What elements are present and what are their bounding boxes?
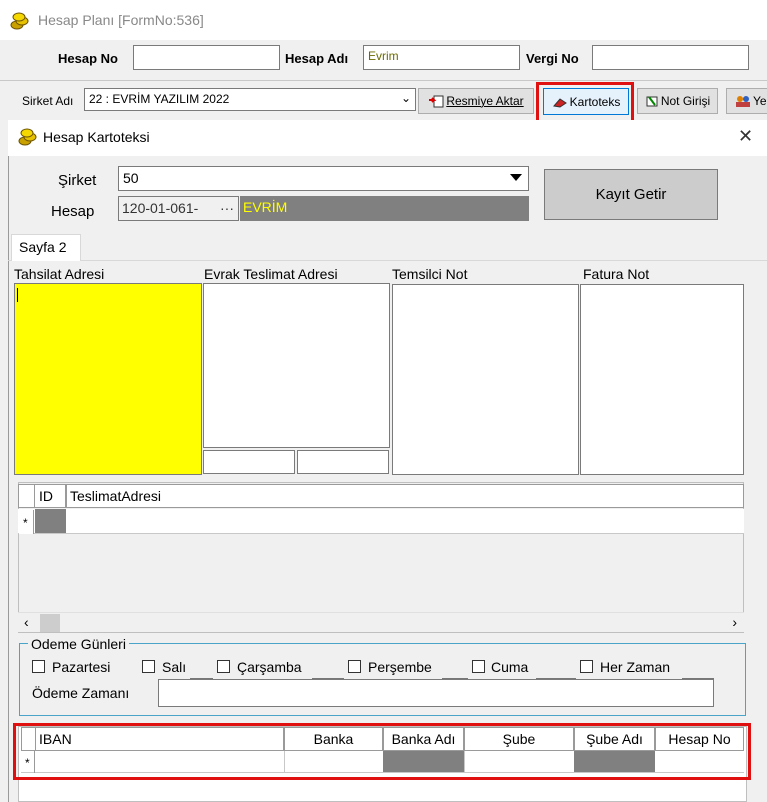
- yeni-label: Ye: [753, 94, 767, 108]
- vergi-no-label: Vergi No: [526, 51, 579, 66]
- checkbox-sali[interactable]: [142, 660, 155, 673]
- temsilci-label: Temsilci Not: [392, 266, 468, 282]
- odeme-zamani-label: Ödeme Zamanı: [32, 685, 130, 701]
- scroll-thumb[interactable]: [40, 614, 60, 632]
- evrak-textarea[interactable]: [203, 283, 390, 448]
- evrak-field-1[interactable]: [203, 450, 295, 474]
- checkbox-carsamba[interactable]: [217, 660, 230, 673]
- new-row-marker: *: [19, 510, 34, 534]
- hesap-adi-input[interactable]: Evrim: [363, 45, 520, 70]
- hesap-label: Hesap: [51, 203, 95, 220]
- chevron-down-icon: ⌄: [400, 91, 411, 105]
- window-title: Hesap Planı [FormNo:536]: [38, 12, 204, 28]
- fatura-label: Fatura Not: [583, 266, 650, 282]
- checkbox-pazartesi[interactable]: [32, 660, 45, 673]
- checkbox-persembe[interactable]: [348, 660, 361, 673]
- coins-icon: [18, 128, 37, 146]
- not-girisi-button[interactable]: Not Girişi: [637, 88, 718, 114]
- iban-grid-highlight: [13, 723, 751, 780]
- row-header-corner: [18, 484, 34, 508]
- kartoteks-label: Kartoteks: [569, 94, 621, 109]
- h-scrollbar[interactable]: ‹ ›: [18, 612, 744, 632]
- lookup-dots-icon[interactable]: ···: [220, 200, 234, 216]
- tab-border: [8, 260, 767, 261]
- label-her-zaman: Her Zaman: [600, 659, 671, 675]
- label-persembe: Perşembe: [368, 659, 432, 675]
- dialog-title: Hesap Kartoteksi: [43, 129, 150, 145]
- dropdown-arrow-icon: [510, 174, 522, 181]
- sirket-adi-label: Sirket Adı: [22, 94, 74, 108]
- hesap-code-field[interactable]: 120-01-061- ···: [118, 196, 239, 221]
- odeme-gunleri-legend: Odeme Günleri: [28, 636, 129, 652]
- tab-sayfa-2[interactable]: Sayfa 2: [11, 234, 81, 261]
- label-carsamba: Çarşamba: [237, 659, 302, 675]
- vergi-no-input[interactable]: [592, 45, 749, 70]
- col-teslimat-adresi[interactable]: TeslimatAdresi: [66, 484, 744, 508]
- hesap-name-field: EVRİM: [240, 196, 529, 221]
- hesap-no-input[interactable]: [133, 45, 280, 70]
- export-icon: [429, 95, 444, 108]
- sirket-combo-value: 50: [123, 170, 139, 186]
- sirket-select[interactable]: 22 : EVRİM YAZILIM 2022 ⌄: [84, 88, 416, 111]
- evrak-field-2[interactable]: [297, 450, 389, 474]
- table-row[interactable]: [18, 509, 744, 534]
- fatura-textarea[interactable]: [580, 284, 744, 475]
- divider: [0, 80, 767, 81]
- note-icon: [646, 96, 658, 107]
- yeni-button[interactable]: Ye: [726, 88, 767, 114]
- checkbox-cuma[interactable]: [472, 660, 485, 673]
- text-cursor: [17, 288, 18, 302]
- close-icon[interactable]: ✕: [738, 126, 753, 147]
- odeme-zamani-input[interactable]: [158, 679, 714, 707]
- hesap-adi-label: Hesap Adı: [285, 51, 349, 66]
- col-id[interactable]: ID: [34, 484, 66, 508]
- card-file-icon: [552, 97, 567, 108]
- sirket-label: Şirket: [58, 172, 97, 189]
- label-sali: Salı: [162, 659, 187, 675]
- resmiye-aktar-label: Resmiye Aktar: [446, 94, 524, 108]
- evrak-label: Evrak Teslimat Adresi: [204, 266, 338, 282]
- not-girisi-label: Not Girişi: [660, 94, 711, 108]
- hesap-no-label: Hesap No: [58, 51, 118, 66]
- kartoteks-button[interactable]: Kartoteks: [543, 88, 629, 115]
- temsilci-textarea[interactable]: [392, 284, 579, 475]
- scroll-right-icon[interactable]: ›: [732, 614, 737, 630]
- sirket-combo[interactable]: 50: [118, 166, 529, 191]
- kayit-getir-button[interactable]: Kayıt Getir: [544, 169, 718, 220]
- tahsilat-textarea[interactable]: [14, 283, 202, 475]
- label-cuma: Cuma: [491, 659, 529, 675]
- hesap-code-value: 120-01-061-: [122, 200, 199, 216]
- id-cell: [35, 509, 66, 533]
- checkbox-her-zaman[interactable]: [580, 660, 593, 673]
- coins-icon: [10, 12, 29, 30]
- label-pazartesi: Pazartesi: [52, 659, 111, 675]
- sirket-select-value: 22 : EVRİM YAZILIM 2022: [89, 92, 230, 106]
- scroll-left-icon[interactable]: ‹: [24, 614, 29, 630]
- resmiye-aktar-button[interactable]: Resmiye Aktar: [418, 88, 534, 114]
- users-icon: [736, 96, 750, 107]
- tahsilat-label: Tahsilat Adresi: [14, 266, 105, 282]
